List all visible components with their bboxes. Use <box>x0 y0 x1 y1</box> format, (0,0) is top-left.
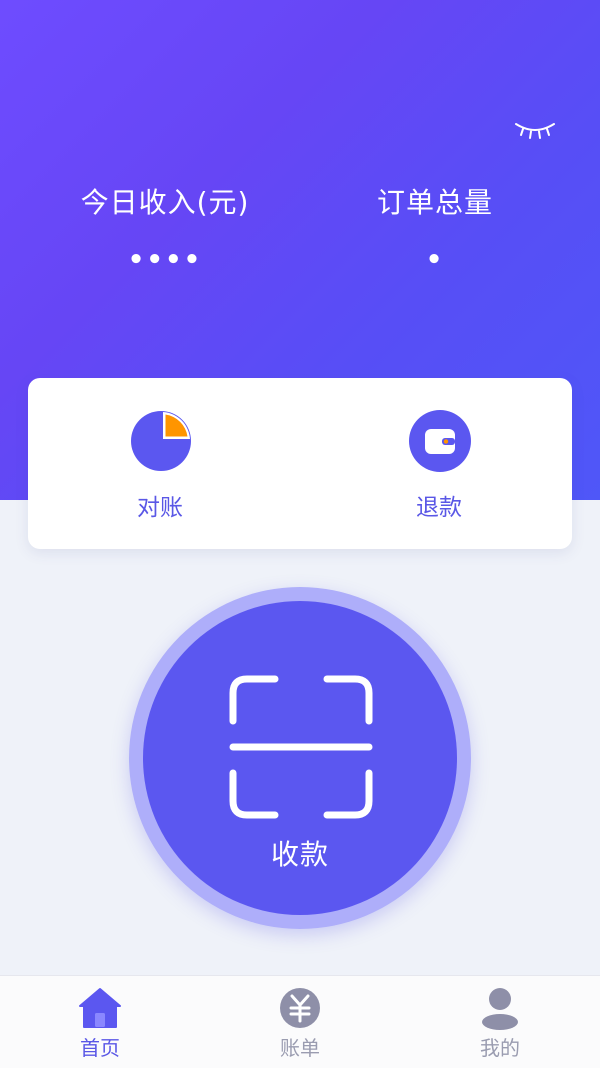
reconcile-button[interactable]: 对账 <box>60 378 260 549</box>
tab-bills[interactable]: 账单 <box>200 976 400 1068</box>
today-income-label: 今日收入(元) <box>80 186 250 219</box>
order-total-label: 订单总量 <box>376 186 493 219</box>
home-icon <box>79 988 121 1028</box>
yuan-icon <box>280 988 320 1028</box>
scan-icon <box>229 675 373 819</box>
pie-chart-icon <box>131 411 191 471</box>
order-total-stat: 订单总量 • <box>315 182 555 275</box>
bottom-tab-bar: 首页 账单 我的 <box>0 975 600 1068</box>
tab-mine[interactable]: 我的 <box>400 976 600 1068</box>
tab-home[interactable]: 首页 <box>0 976 200 1068</box>
collect-payment-label: 收款 <box>270 838 329 871</box>
tab-home-label: 首页 <box>80 1036 120 1060</box>
refund-button[interactable]: 退款 <box>339 378 539 549</box>
today-income-stat: 今日收入(元) •••• <box>45 182 285 275</box>
collect-payment-button[interactable]: 收款 <box>143 601 457 915</box>
order-total-value: • <box>425 245 445 275</box>
visibility-toggle[interactable] <box>512 118 558 144</box>
today-income-value: •••• <box>127 245 203 275</box>
refund-label: 退款 <box>416 495 462 521</box>
wallet-icon <box>409 410 471 472</box>
quick-actions-card: 对账 退款 <box>28 378 572 549</box>
reconcile-label: 对账 <box>137 495 183 521</box>
user-icon <box>482 988 518 1030</box>
closed-eye-icon <box>515 123 555 139</box>
tab-mine-label: 我的 <box>480 1036 520 1060</box>
tab-bills-label: 账单 <box>280 1036 320 1060</box>
